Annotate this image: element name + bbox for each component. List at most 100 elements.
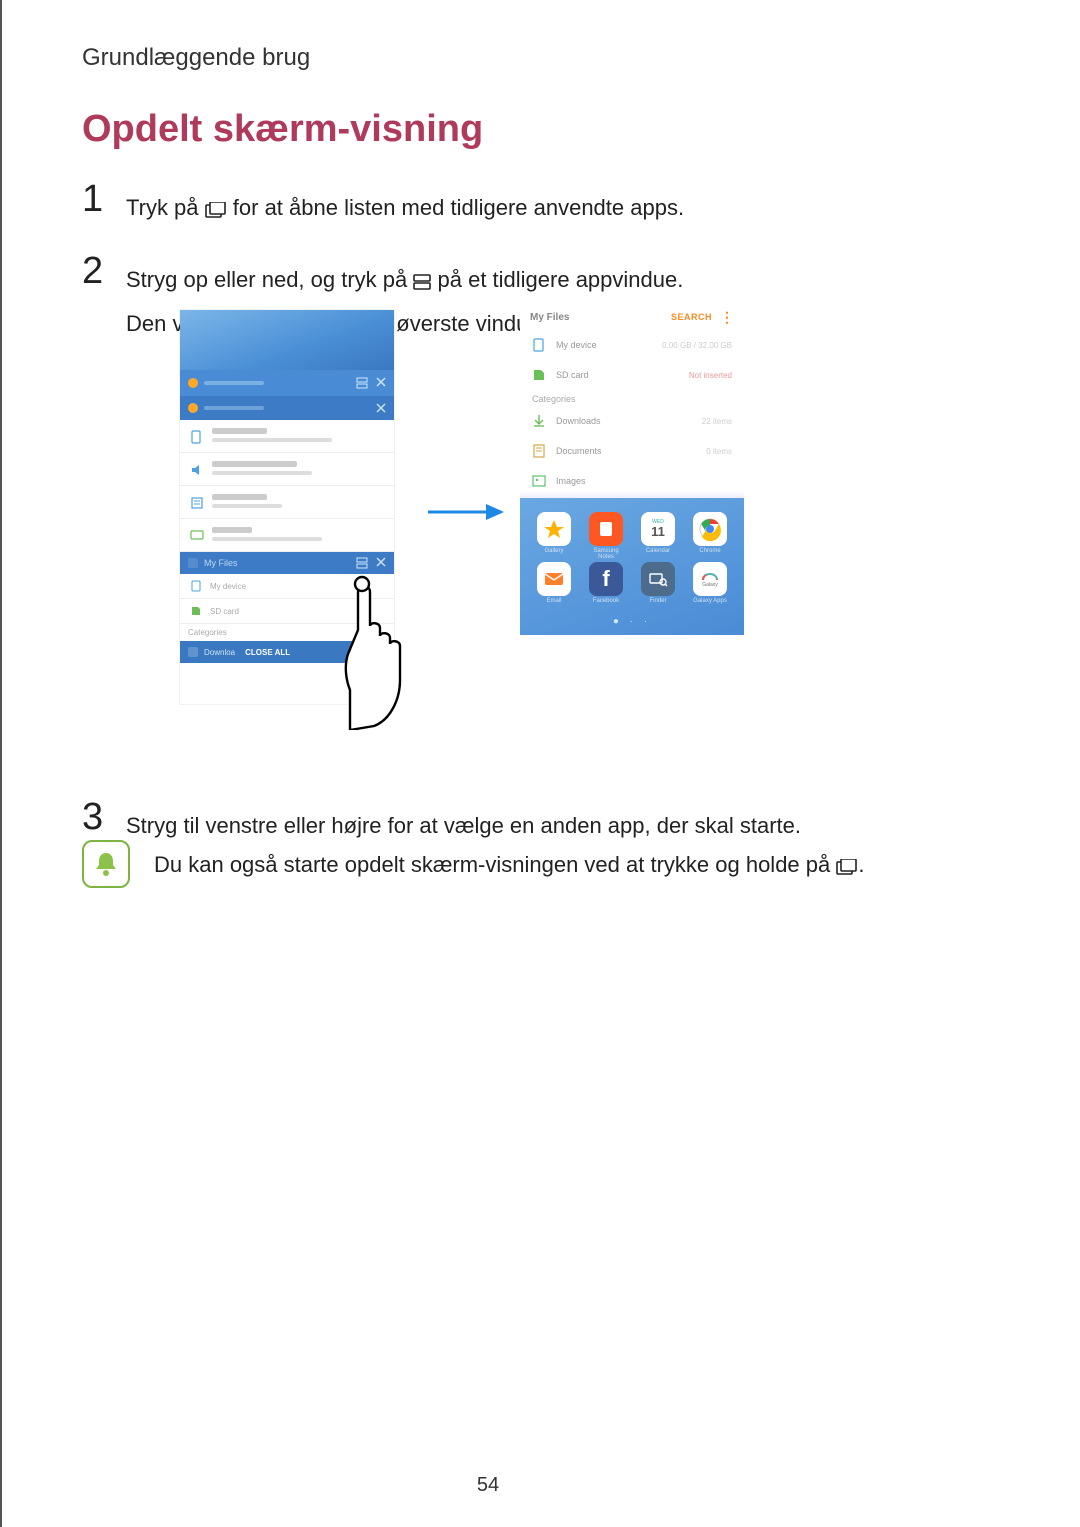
app-samsung-notes: Samsung Notes (586, 512, 626, 556)
hand-pointer-icon (340, 570, 420, 730)
page-number: 54 (0, 1474, 1028, 1497)
tab-label-placeholder (204, 406, 264, 410)
step-3-number: 3 (82, 798, 118, 836)
close-all-label: CLOSE ALL (245, 648, 290, 657)
breadcrumb: Grundlæggende brug (82, 44, 310, 72)
my-device-label: My device (210, 582, 246, 591)
app-row: Gallery Samsung Notes WED 11 Calendar (528, 512, 736, 556)
close-icon (376, 403, 386, 413)
documents-icon (532, 444, 546, 458)
list-item (180, 453, 394, 486)
list-item: Images (520, 466, 744, 490)
calendar-day: 11 (651, 525, 665, 538)
tip-callout: Du kan også starte opdelt skærm-visninge… (82, 840, 865, 888)
phone-right: My Files SEARCH ⋮ My device 0.00 GB / 32… (520, 304, 744, 635)
chrome-icon (693, 512, 727, 546)
sd-card-icon (532, 368, 546, 382)
finder-icon (641, 562, 675, 596)
download-icon (188, 647, 198, 657)
more-icon: ⋮ (720, 310, 734, 324)
internet-icon (188, 378, 198, 388)
list-item (180, 486, 394, 519)
recent-apps-icon (836, 855, 858, 881)
step-2-line1-after: på et tidligere appvindue. (438, 267, 684, 292)
step-3: 3 Stryg til venstre eller højre for at v… (82, 780, 902, 849)
list-item (180, 519, 394, 552)
myfiles-label: My Files (204, 558, 238, 568)
phone-left-tab-settings (180, 396, 394, 420)
app-label: Finder (638, 598, 678, 606)
split-icon (356, 557, 368, 569)
list-item: My device 0.00 GB / 32.00 GB (520, 330, 744, 360)
tab-label-placeholder (204, 381, 264, 385)
images-icon (532, 474, 546, 488)
step-1-body: Tryk på for at åbne listen med tidligere… (126, 180, 684, 234)
close-icon (376, 557, 386, 567)
step-2-line1-before: Stryg op eller ned, og tryk på (126, 267, 413, 292)
device-icon (532, 338, 546, 352)
connections-icon (190, 430, 204, 444)
step-3-text: Stryg til venstre eller højre for at væl… (126, 808, 801, 843)
documents-count: 0 items (706, 447, 732, 456)
list-item: Downloads 22 items (520, 406, 744, 436)
app-row: Email f Facebook Finder (528, 562, 736, 606)
sound-icon (190, 463, 204, 477)
notifications-icon (190, 496, 204, 510)
illustration: My Files My device SD card Categories Do… (180, 300, 780, 750)
app-label: Samsung Notes (586, 548, 626, 556)
app-galaxy-apps: Galaxy Galaxy Apps (690, 562, 730, 606)
galaxy-label: Galaxy (702, 582, 718, 588)
divider (520, 490, 744, 498)
myfiles-title: My Files (530, 312, 671, 323)
my-device-label: My device (556, 340, 597, 350)
facebook-icon: f (589, 562, 623, 596)
settings-icon (188, 403, 198, 413)
app-label: Galaxy Apps (690, 598, 730, 606)
gallery-icon (537, 512, 571, 546)
arrow-right-icon (426, 500, 506, 529)
recent-apps-icon (205, 193, 227, 228)
display-icon (190, 529, 204, 543)
bell-icon (91, 849, 121, 879)
step-1-number: 1 (82, 180, 118, 218)
app-gallery: Gallery (534, 512, 574, 556)
phone-right-header: My Files SEARCH ⋮ (520, 304, 744, 330)
app-facebook: f Facebook (586, 562, 626, 606)
app-calendar: WED 11 Calendar (638, 512, 678, 556)
tip-before: Du kan også starte opdelt skærm-visninge… (154, 852, 836, 877)
my-device-size: 0.00 GB / 32.00 GB (662, 341, 732, 350)
images-label: Images (556, 476, 586, 486)
sd-card-label: SD card (210, 607, 239, 616)
email-icon (537, 562, 571, 596)
notes-icon (589, 512, 623, 546)
categories-label: Categories (520, 390, 744, 406)
app-email: Email (534, 562, 574, 606)
step-2-number: 2 (82, 252, 118, 290)
phone-left-tab-internet (180, 370, 394, 396)
list-item: SD card Not inserted (520, 360, 744, 390)
folder-icon (188, 558, 198, 568)
downloads-label: Downloads (556, 416, 601, 426)
step-1-text-before: Tryk på (126, 195, 205, 220)
downloa-label: Downloa (204, 648, 235, 657)
tip-text: Du kan også starte opdelt skærm-visninge… (154, 840, 865, 881)
app-label: Facebook (586, 598, 626, 606)
split-icon (356, 377, 368, 389)
step-1: 1 Tryk på for at åbne listen med tidlige… (82, 180, 902, 234)
app-label: Chrome (690, 548, 730, 556)
sd-card-label: SD card (556, 370, 589, 380)
app-label: Email (534, 598, 574, 606)
app-drawer: Gallery Samsung Notes WED 11 Calendar (520, 498, 744, 635)
tip-after: . (858, 852, 864, 877)
downloads-count: 22 items (702, 417, 732, 426)
sd-status: Not inserted (689, 371, 732, 380)
app-label: Gallery (534, 548, 574, 556)
page-title: Opdelt skærm-visning (82, 108, 483, 151)
phone-left-settings-list (180, 420, 394, 552)
app-finder: Finder (638, 562, 678, 606)
app-label: Calendar (638, 548, 678, 556)
sd-card-icon (190, 605, 202, 617)
device-icon (190, 580, 202, 592)
app-chrome: Chrome (690, 512, 730, 556)
split-window-icon (413, 265, 431, 300)
